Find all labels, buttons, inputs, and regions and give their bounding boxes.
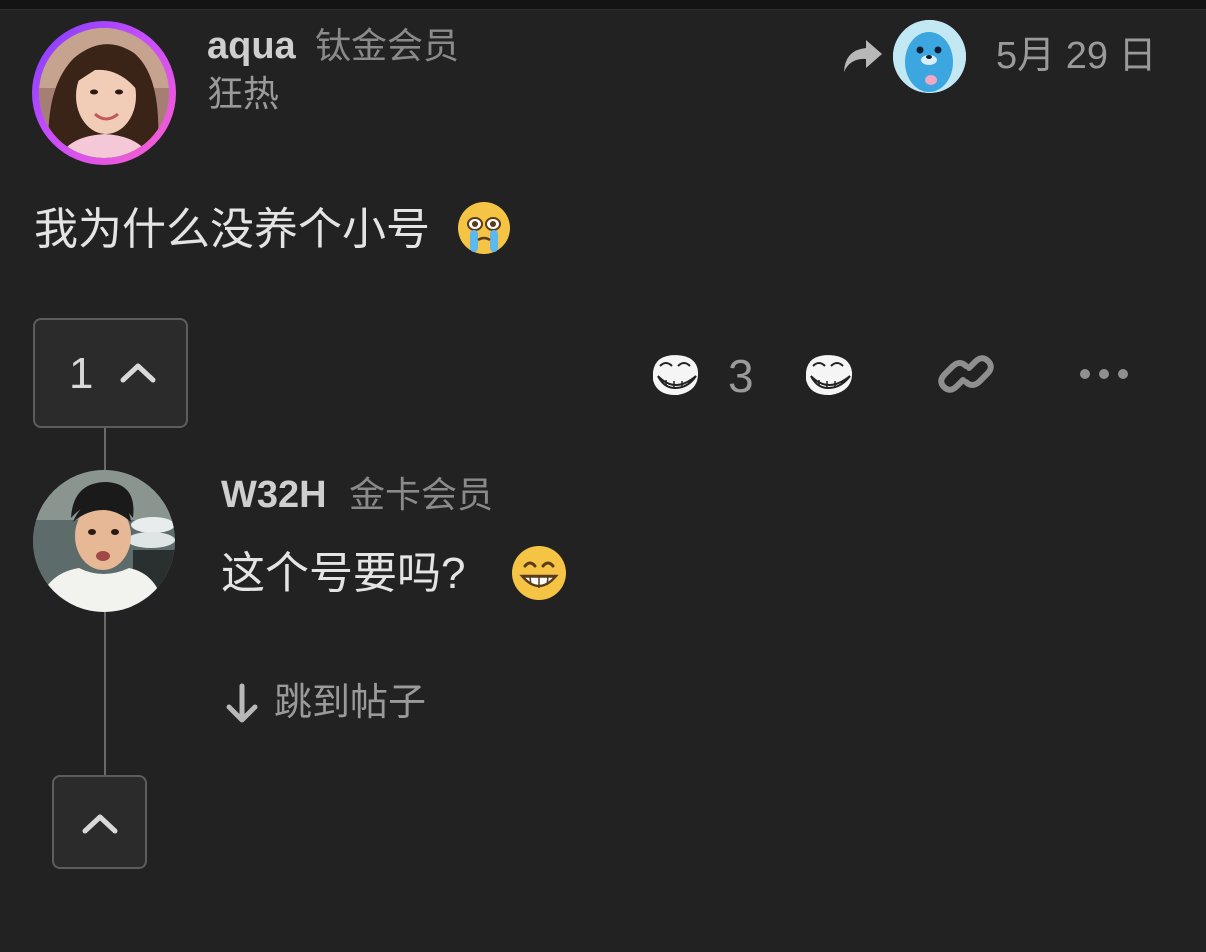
crying-face-emoji [456, 200, 512, 256]
reply-author-member-tier: 金卡会员 [349, 474, 494, 515]
arrow-down-icon [226, 683, 258, 723]
author-member-tier: 钛金会员 [315, 25, 460, 66]
more-icon[interactable] [1077, 362, 1131, 386]
vote-count: 1 [69, 349, 94, 398]
jump-to-post-label: 跳到帖子 [274, 682, 427, 724]
add-reaction-trollface-icon[interactable] [801, 350, 857, 400]
link-icon[interactable] [937, 350, 995, 398]
post-date[interactable]: 5月 29 日 [996, 30, 1157, 82]
reply-author-avatar[interactable] [33, 470, 175, 612]
reply-arrow-icon [840, 36, 884, 76]
reply-author-username[interactable]: W32H [221, 470, 327, 520]
chevron-up-icon [82, 814, 118, 834]
post-body: 我为什么没养个小号 [34, 200, 512, 260]
reply-to-avatar[interactable] [893, 20, 966, 93]
author-flair: 狂热 [207, 73, 280, 114]
top-bar [0, 0, 1206, 10]
collapse-thread-button[interactable] [52, 775, 147, 869]
grinning-face-emoji [510, 544, 568, 602]
reaction-count: 3 [728, 350, 754, 402]
chevron-up-icon [120, 363, 156, 383]
vote-button[interactable]: 1 [33, 318, 188, 428]
reply-body-text: 这个号要吗? [221, 549, 466, 598]
reply-body: 这个号要吗? [221, 544, 568, 604]
post-body-text: 我为什么没养个小号 [34, 205, 430, 254]
author-username[interactable]: aqua [207, 22, 296, 70]
author-avatar[interactable] [32, 21, 176, 165]
trollface-icon[interactable] [648, 350, 702, 400]
author-avatar-photo [39, 28, 169, 158]
